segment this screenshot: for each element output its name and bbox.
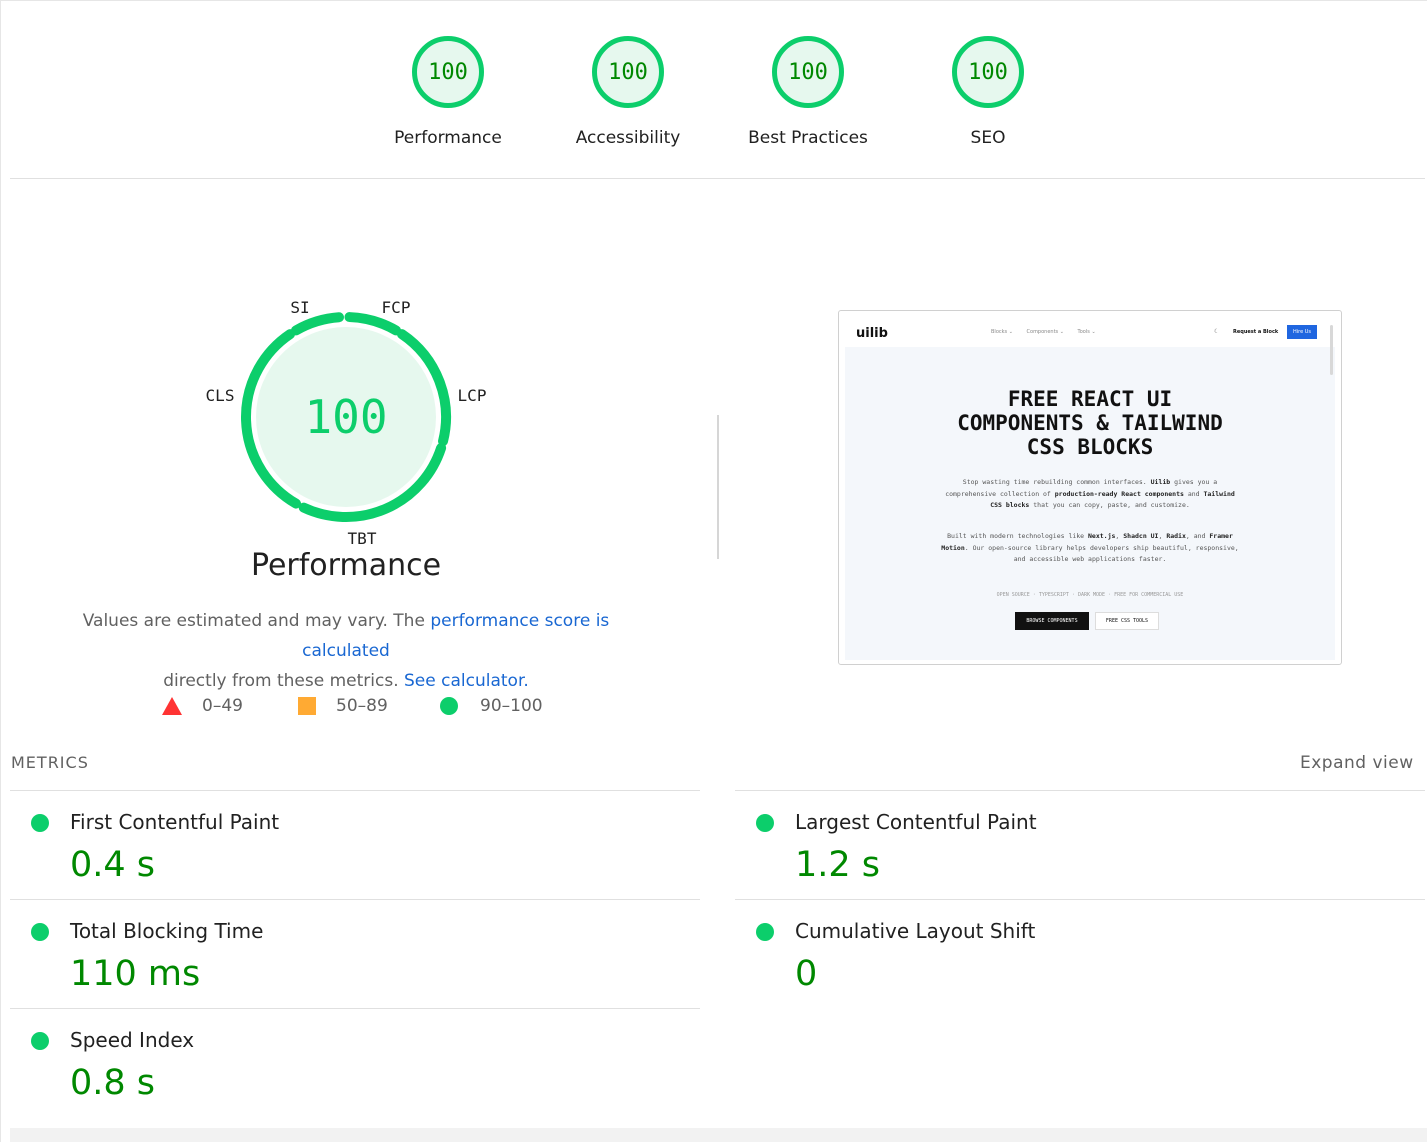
metric-title: Speed Index (70, 1028, 195, 1052)
gauge-ring: 100 (412, 36, 484, 108)
legend-fail: 0–49 (162, 694, 243, 718)
gauge-ring: 100 (772, 36, 844, 108)
section-divider (10, 178, 1425, 179)
gauge-label-fcp: FCP (382, 298, 411, 317)
gauge-score: 100 (788, 59, 828, 85)
final-screenshot[interactable]: uilib Blocks ⌄ Components ⌄ Tools ⌄ ☾ Re… (838, 310, 1342, 665)
gauge-label: Performance (394, 128, 502, 148)
thumb-paragraph-1: Stop wasting time rebuilding common inte… (940, 477, 1240, 512)
metric-first-contentful-paint: First Contentful Paint 0.4 s (10, 791, 670, 899)
pass-circle-icon (756, 814, 774, 832)
hero-line: COMPONENTS & TAILWIND (957, 411, 1223, 435)
thumb-hire-button: Hire Us (1287, 325, 1317, 339)
bottom-panel (10, 1128, 1427, 1142)
gauge-label-tbt: TBT (348, 529, 377, 548)
para-bold: Uilib (1150, 478, 1171, 486)
para-bold: Next.js (1088, 532, 1116, 540)
hero-line: CSS BLOCKS (1026, 435, 1154, 459)
para-text: , and (1185, 532, 1210, 540)
screenshot-page: uilib Blocks ⌄ Components ⌄ Tools ⌄ ☾ Re… (845, 317, 1335, 660)
thumb-nav-links: Blocks ⌄ Components ⌄ Tools ⌄ (991, 329, 1108, 335)
metric-title: Largest Contentful Paint (795, 810, 1037, 834)
para-text: and (1183, 489, 1204, 498)
gauge-performance[interactable]: 100 Performance (358, 36, 538, 148)
metric-value: 0.8 s (70, 1063, 156, 1103)
see-calculator-link[interactable]: See calculator. (404, 671, 529, 691)
metric-title: First Contentful Paint (70, 810, 280, 834)
theme-toggle-icon: ☾ (1214, 328, 1220, 335)
thumb-nav-item: Blocks ⌄ (991, 329, 1013, 335)
gauge-label-cls: CLS (206, 386, 235, 405)
gauge-score-big: 100 (304, 390, 387, 444)
metric-cumulative-layout-shift: Cumulative Layout Shift 0 (735, 900, 1395, 1008)
thumb-hero-title: FREE REACT UI COMPONENTS & TAILWIND CSS … (915, 387, 1265, 459)
gauge-score: 100 (608, 59, 648, 85)
metric-largest-contentful-paint: Largest Contentful Paint 1.2 s (735, 791, 1395, 899)
legend-range: 50–89 (336, 696, 388, 716)
legend-pass: 90–100 (440, 694, 543, 718)
gauge-score: 100 (428, 59, 468, 85)
thumb-logo: uilib (856, 326, 888, 341)
metrics-header: METRICS (11, 753, 89, 772)
para-bold: production-ready React components (1054, 489, 1184, 498)
gauge-accessibility[interactable]: 100 Accessibility (538, 36, 718, 148)
metric-value: 0.4 s (70, 845, 156, 885)
category-gauges: 100 Performance 100 Accessibility 100 Be… (0, 0, 1427, 178)
metric-value: 110 ms (70, 954, 201, 994)
gauge-ring: 100 (952, 36, 1024, 108)
para-text: that you can copy, paste, and customize. (1029, 501, 1190, 509)
gauge-label: Accessibility (575, 128, 681, 148)
gauge-label: SEO (970, 128, 1006, 148)
para-text: . Our open-source library helps develope… (964, 543, 1239, 564)
gauge-label-si: SI (290, 298, 309, 317)
thumb-browse-button: BROWSE COMPONENTS (1015, 612, 1089, 630)
pass-circle-icon (31, 1032, 49, 1050)
thumb-request-button: Request a Block (1233, 329, 1279, 335)
description-text: Values are estimated and may vary. The (82, 611, 431, 631)
performance-gauge: 100 SI FCP LCP TBT CLS (206, 298, 487, 548)
legend-range: 90–100 (480, 696, 543, 716)
pass-circle-icon (31, 923, 49, 941)
expand-view-toggle[interactable]: Expand view (1300, 753, 1414, 773)
pass-circle-icon (31, 814, 49, 832)
gauge-label: Best Practices (748, 128, 868, 148)
circle-icon (440, 697, 458, 715)
metric-title: Total Blocking Time (70, 919, 264, 943)
gauge-score: 100 (968, 59, 1008, 85)
metric-total-blocking-time: Total Blocking Time 110 ms (10, 900, 670, 1008)
hero-line: FREE REACT UI (1007, 387, 1173, 411)
gauge-label-lcp: LCP (458, 386, 487, 405)
pass-circle-icon (756, 923, 774, 941)
para-text: Stop wasting time rebuilding common inte… (962, 478, 1151, 486)
thumb-tags: OPEN SOURCE · TYPESCRIPT · DARK MODE · F… (996, 592, 1184, 598)
gauge-description: Values are estimated and may vary. The p… (40, 606, 652, 696)
metric-value: 1.2 s (795, 845, 881, 885)
thumb-paragraph-2: Built with modern technologies like Next… (940, 531, 1240, 566)
square-icon (298, 697, 316, 715)
thumb-nav-item: Tools ⌄ (1077, 329, 1096, 335)
gauge-best-practices[interactable]: 100 Best Practices (718, 36, 898, 148)
legend-range: 0–49 (202, 696, 243, 716)
thumb-navbar: uilib Blocks ⌄ Components ⌄ Tools ⌄ ☾ Re… (845, 317, 1335, 347)
para-bold: Radix (1166, 532, 1186, 540)
vertical-separator (717, 415, 719, 559)
description-text-2: directly from these metrics. (163, 671, 399, 691)
thumb-tools-button: FREE CSS TOOLS (1095, 612, 1159, 630)
para-bold: Shadcn UI (1123, 532, 1159, 540)
metric-title: Cumulative Layout Shift (795, 919, 1036, 943)
metric-value: 0 (795, 954, 818, 994)
triangle-icon (162, 697, 182, 715)
gauge-seo[interactable]: 100 SEO (898, 36, 1078, 148)
legend-average: 50–89 (298, 694, 388, 718)
metric-speed-index: Speed Index 0.8 s (10, 1009, 670, 1117)
para-text: Built with modern technologies like (947, 532, 1089, 540)
gauge-ring: 100 (592, 36, 664, 108)
thumb-nav-item: Components ⌄ (1026, 329, 1064, 335)
gauge-title: Performance (250, 548, 442, 583)
thumb-scrollbar (1330, 325, 1333, 375)
